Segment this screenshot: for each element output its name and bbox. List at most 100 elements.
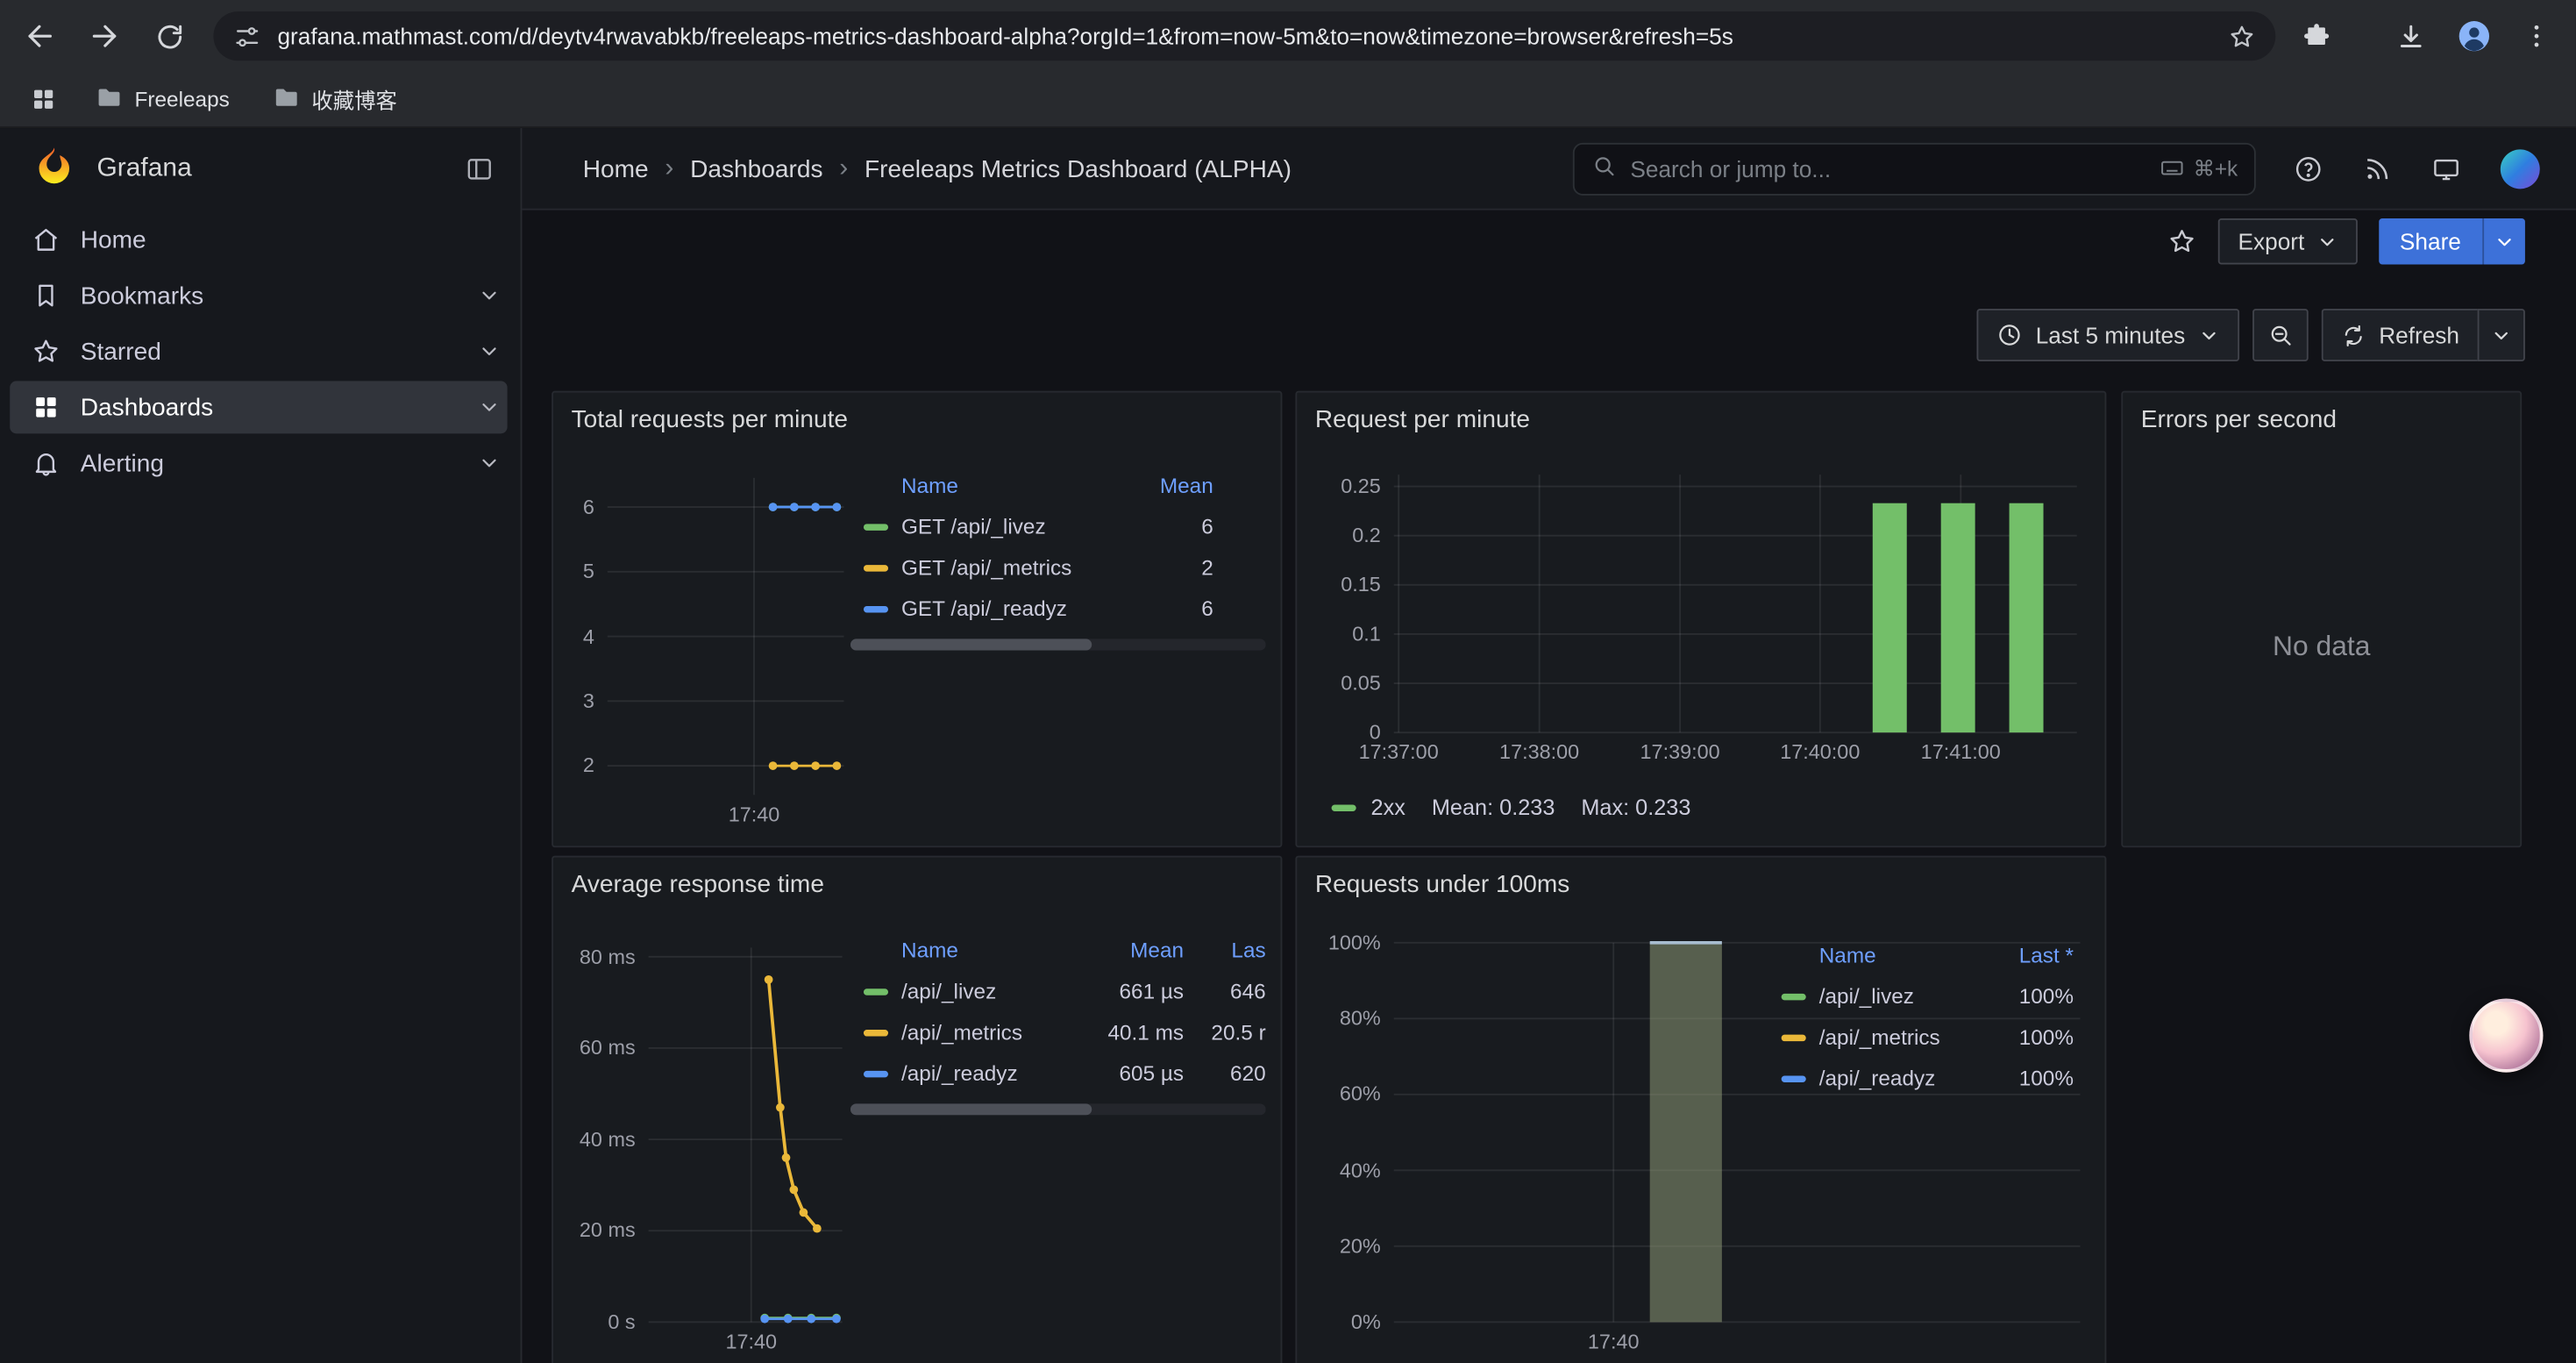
- breadcrumb-dashboards[interactable]: Dashboards: [690, 155, 822, 183]
- legend-series-name[interactable]: /api/_readyz: [901, 1061, 1018, 1086]
- legend-value: 2: [1114, 555, 1213, 580]
- monitor-icon[interactable]: [2431, 154, 2461, 184]
- bell-icon: [32, 448, 61, 478]
- legend-value: 661 µs: [1075, 979, 1184, 1003]
- legend-column-header[interactable]: Mean: [1075, 937, 1184, 961]
- series-color-indicator: [864, 988, 888, 994]
- export-label: Export: [2238, 228, 2305, 254]
- refresh-interval-dropdown[interactable]: [2478, 309, 2525, 361]
- screen: Freeleaps 收藏博客 Grafana H: [0, 0, 2576, 1363]
- chevron-down-icon: [2316, 231, 2337, 252]
- browser-menu-icon[interactable]: [2508, 8, 2565, 64]
- sidebar-item-alerting[interactable]: Alerting: [10, 437, 507, 489]
- average-response-time-chart[interactable]: [649, 947, 843, 1322]
- legend-row: /api/_livez100%: [1768, 975, 2090, 1017]
- favorite-star-icon[interactable]: [2167, 226, 2197, 256]
- panel-title[interactable]: Errors per second: [2123, 393, 2520, 449]
- site-settings-icon[interactable]: [233, 22, 261, 50]
- browser-toolbar: [0, 0, 2576, 72]
- sidebar-item-starred[interactable]: Starred: [10, 325, 507, 378]
- legend-value: 40.1 ms: [1075, 1020, 1184, 1045]
- y-axis-tick-label: 0.15: [1299, 574, 1381, 598]
- extensions-icon[interactable]: [2288, 8, 2345, 64]
- y-axis-tick-label: 40%: [1299, 1159, 1381, 1183]
- legend-column-header[interactable]: Name: [850, 472, 1114, 496]
- news-rss-icon[interactable]: [2363, 154, 2393, 184]
- legend-series-name[interactable]: GET /api/_metrics: [901, 555, 1071, 580]
- y-axis-tick-label: 4: [512, 624, 594, 649]
- sidebar-item-dashboards[interactable]: Dashboards: [10, 381, 507, 433]
- chevron-down-icon[interactable]: [478, 284, 501, 307]
- sidebar: Grafana Home Bookmarks Starred: [0, 128, 522, 1363]
- legend: 2xx Mean: 0.233 Max: 0.233: [1332, 795, 1691, 819]
- panel-request-per-minute: Request per minute 2xx Mean: 0.233 Max: …: [1295, 391, 2106, 848]
- breadcrumb-home[interactable]: Home: [583, 155, 649, 183]
- legend-series-name[interactable]: /api/_livez: [901, 979, 996, 1003]
- grafana-app: Grafana Home Bookmarks Starred: [0, 128, 2576, 1363]
- share-dropdown-icon[interactable]: [2482, 218, 2525, 264]
- series-color-indicator: [864, 1029, 888, 1035]
- series-color-indicator: [864, 1070, 888, 1076]
- zoom-out-button[interactable]: [2252, 309, 2309, 361]
- legend-column-header[interactable]: Las: [1184, 937, 1266, 961]
- legend-series-name[interactable]: /api/_metrics: [901, 1020, 1022, 1045]
- forward-icon[interactable]: [77, 8, 133, 64]
- legend-series-name[interactable]: 2xx: [1371, 795, 1405, 819]
- x-axis-tick-label: 17:40: [677, 1331, 825, 1355]
- collapse-sidebar-icon[interactable]: [465, 154, 495, 184]
- sidebar-item-bookmarks[interactable]: Bookmarks: [10, 269, 507, 322]
- legend-scrollbar[interactable]: [850, 1103, 1266, 1115]
- bookmark-star-icon[interactable]: [2228, 22, 2256, 50]
- legend-scrollbar[interactable]: [850, 639, 1266, 650]
- share-button[interactable]: Share: [2379, 218, 2483, 264]
- legend-row: /api/_metrics100%: [1768, 1017, 2090, 1058]
- y-axis-tick-label: 100%: [1299, 931, 1381, 956]
- time-range-picker[interactable]: Last 5 minutes: [1976, 309, 2239, 361]
- downloads-icon[interactable]: [2382, 8, 2438, 64]
- legend-series-name[interactable]: GET /api/_readyz: [901, 596, 1067, 621]
- legend-scrollbar-thumb[interactable]: [850, 639, 1092, 650]
- url-input[interactable]: [277, 23, 2211, 49]
- apps-grid-icon[interactable]: [19, 76, 65, 122]
- panel-title[interactable]: Requests under 100ms: [1297, 857, 2104, 913]
- sidebar-item-label: Alerting: [81, 449, 164, 477]
- total-requests-chart[interactable]: [608, 478, 844, 795]
- request-per-minute-chart[interactable]: [1394, 475, 2077, 732]
- profile-avatar-icon[interactable]: [2446, 8, 2502, 64]
- export-button[interactable]: Export: [2218, 218, 2357, 264]
- home-icon: [32, 225, 61, 255]
- legend-column-header[interactable]: Mean: [1114, 472, 1213, 496]
- user-avatar[interactable]: [2501, 149, 2540, 189]
- legend-column-header[interactable]: Name: [1768, 942, 1975, 967]
- refresh-button[interactable]: Refresh: [2322, 309, 2478, 361]
- bookmark-item-freeleaps[interactable]: Freeleaps: [82, 76, 243, 122]
- legend-series-name[interactable]: /api/_readyz: [1819, 1066, 1936, 1090]
- chevron-down-icon[interactable]: [478, 396, 501, 418]
- grafana-logo[interactable]: [32, 144, 75, 195]
- sidebar-item-home[interactable]: Home: [10, 213, 507, 266]
- legend-scrollbar-thumb[interactable]: [850, 1103, 1092, 1115]
- back-icon[interactable]: [11, 8, 68, 64]
- legend-value: 605 µs: [1075, 1061, 1184, 1086]
- legend-column-header[interactable]: Last *: [1975, 942, 2074, 967]
- legend-series-name[interactable]: GET /api/_livez: [901, 514, 1046, 539]
- legend-column-header[interactable]: Name: [850, 937, 1076, 961]
- legend-series-name[interactable]: /api/_livez: [1819, 984, 1914, 1009]
- chevron-down-icon[interactable]: [478, 340, 501, 363]
- panel-title[interactable]: Request per minute: [1297, 393, 2104, 449]
- y-axis-tick-label: 0: [1299, 721, 1381, 746]
- y-axis-tick-label: 0.25: [1299, 475, 1381, 500]
- legend-mean: Mean: 0.233: [1432, 795, 1555, 819]
- search-box[interactable]: ⌘+k: [1573, 143, 2256, 196]
- help-icon[interactable]: [2294, 154, 2323, 184]
- sidebar-item-label: Starred: [81, 338, 161, 366]
- reload-icon[interactable]: [141, 8, 197, 64]
- panel-title[interactable]: Average response time: [553, 857, 1281, 913]
- bookmark-item-blogs[interactable]: 收藏博客: [260, 76, 410, 122]
- chevron-down-icon[interactable]: [478, 452, 501, 475]
- legend-series-name[interactable]: /api/_metrics: [1819, 1024, 1940, 1049]
- address-bar[interactable]: [213, 11, 2275, 61]
- floating-avatar[interactable]: [2469, 998, 2543, 1072]
- search-input[interactable]: [1630, 156, 2145, 182]
- panel-title[interactable]: Total requests per minute: [553, 393, 1281, 449]
